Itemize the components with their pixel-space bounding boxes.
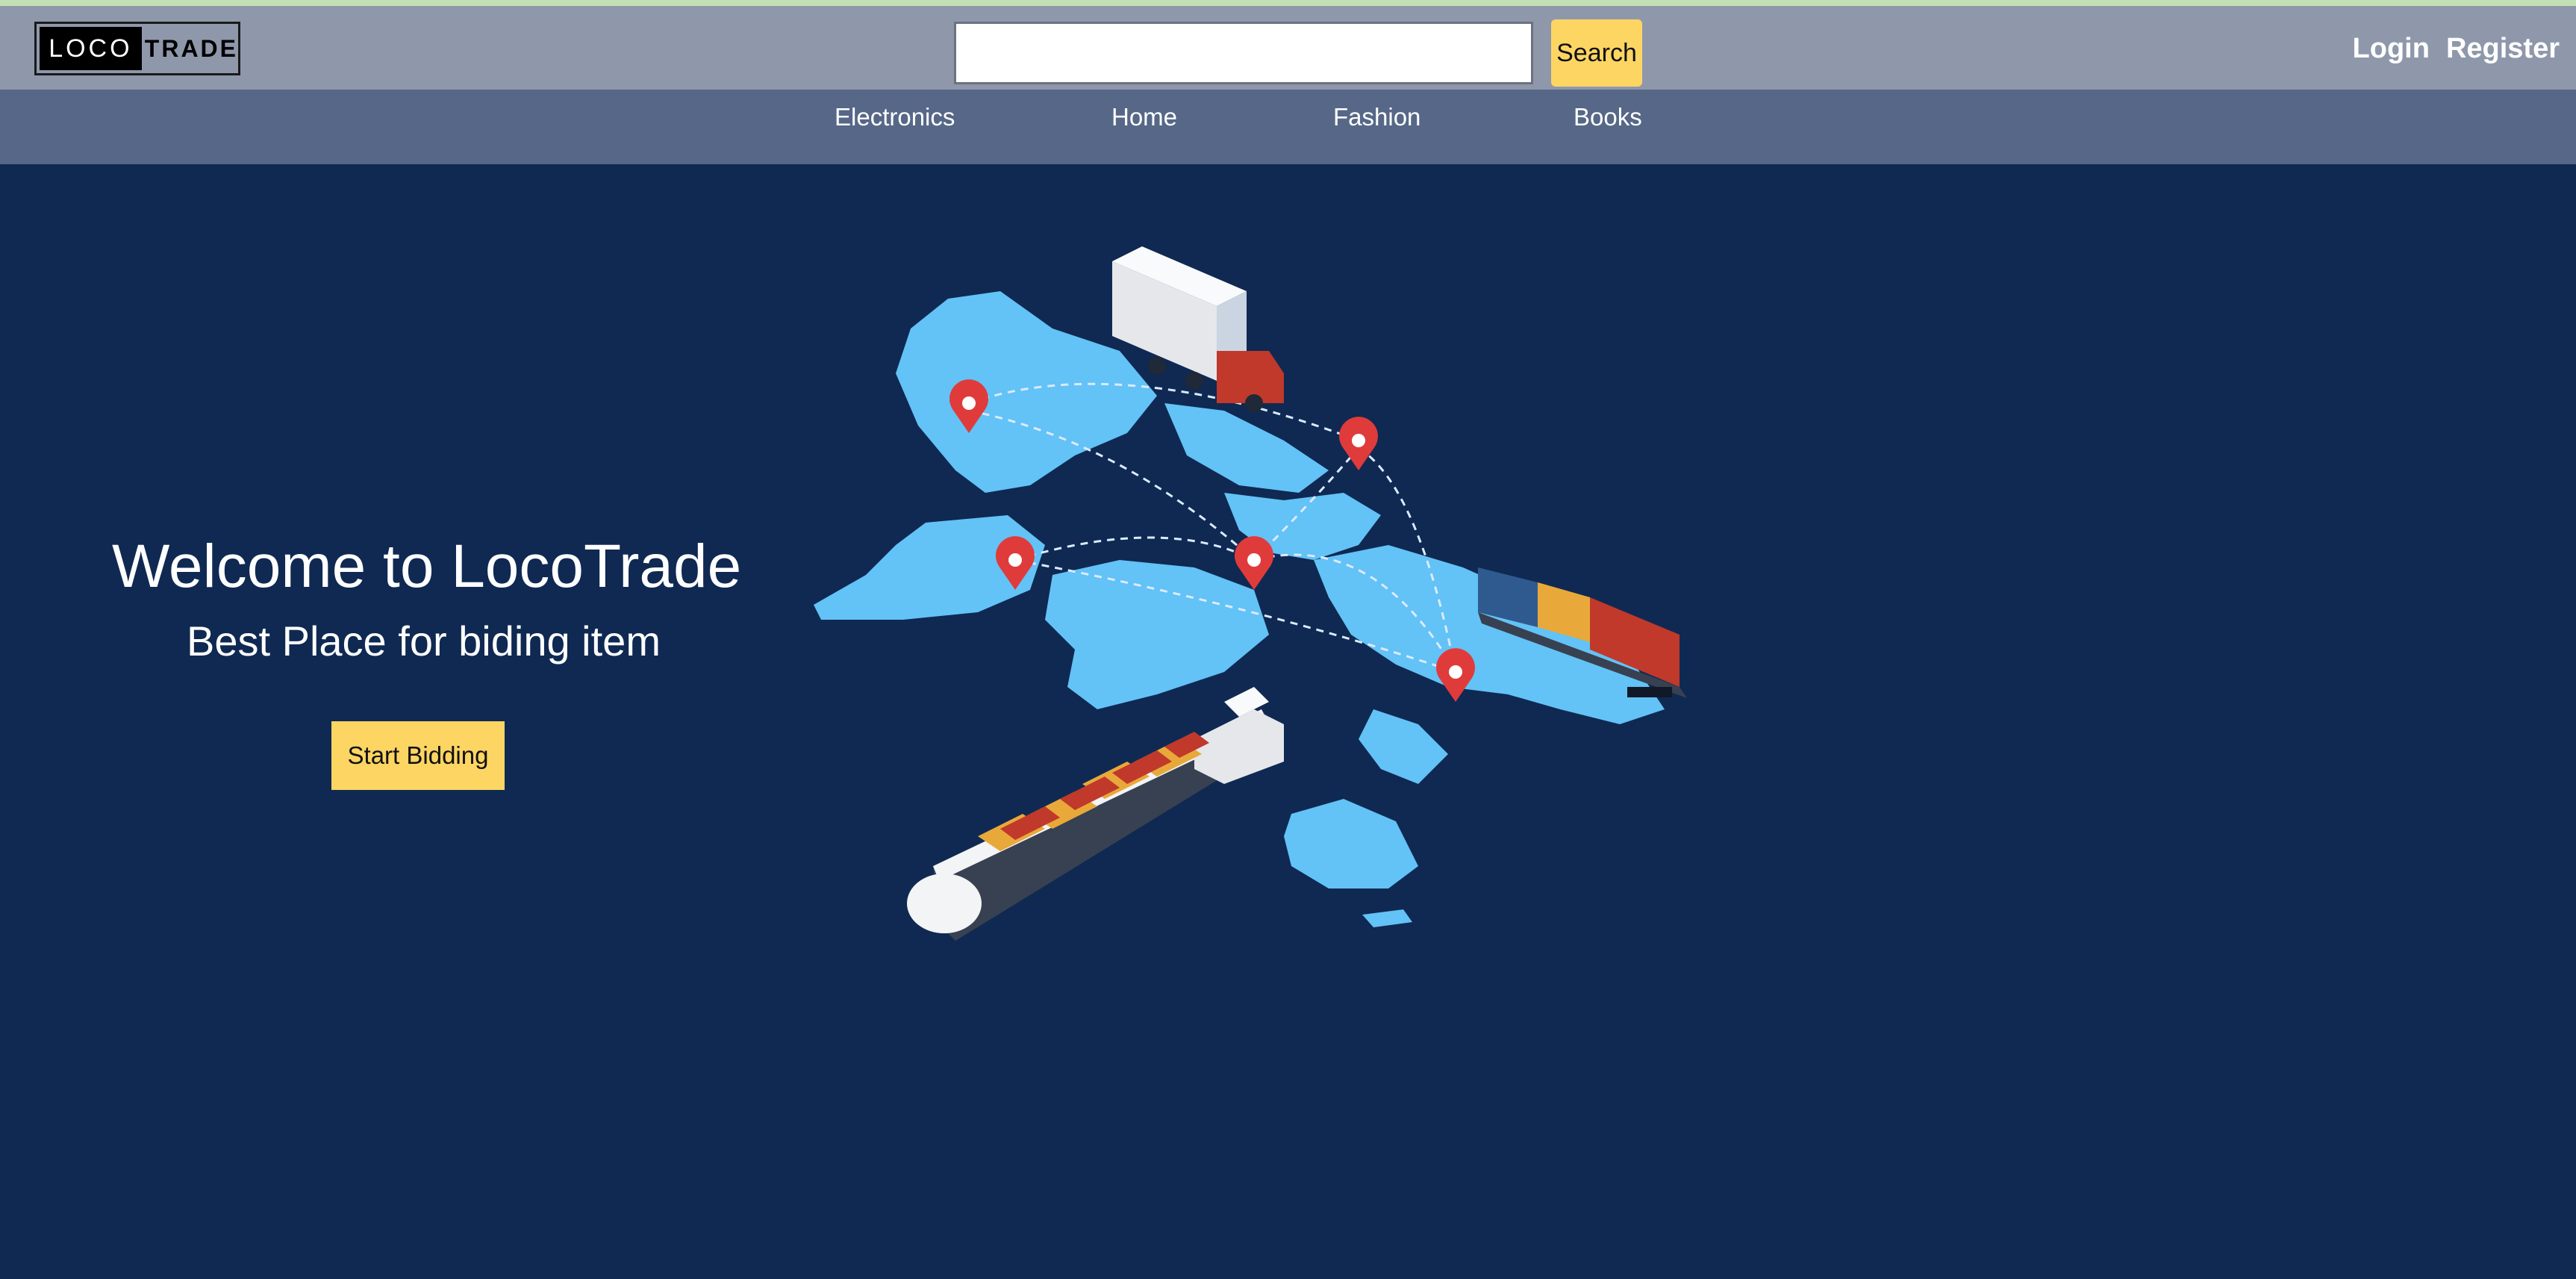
nav-item-fashion[interactable]: Fashion	[1333, 103, 1420, 131]
logo[interactable]: LOCO TRADE	[34, 22, 240, 75]
auth-links: Login Register	[2353, 33, 2560, 65]
hero-title: Welcome to LocoTrade	[112, 532, 742, 600]
logo-trade-text: TRADE	[144, 34, 238, 62]
location-pin-icon	[1339, 417, 1378, 470]
top-header: LOCO TRADE Search Login Register	[0, 6, 2576, 90]
login-link[interactable]: Login	[2353, 33, 2430, 65]
search-input[interactable]	[954, 22, 1533, 84]
location-pin-icon	[1436, 648, 1475, 702]
nav-item-electronics[interactable]: Electronics	[835, 103, 955, 131]
top-accent-strip	[0, 0, 2576, 6]
nav-item-books[interactable]: Books	[1574, 103, 1642, 131]
register-link[interactable]: Register	[2446, 33, 2560, 65]
hero-subtitle: Best Place for biding item	[187, 617, 661, 665]
logo-loco-text: LOCO	[40, 27, 142, 70]
world-logistics-illustration	[814, 246, 1687, 941]
cargo-ship-icon	[907, 687, 1284, 941]
nav-item-home[interactable]: Home	[1111, 103, 1177, 131]
category-nav: Electronics Home Fashion Books	[0, 90, 2576, 164]
start-bidding-button[interactable]: Start Bidding	[331, 721, 505, 790]
search-button[interactable]: Search	[1551, 19, 1642, 87]
location-pin-icon	[1235, 536, 1273, 590]
